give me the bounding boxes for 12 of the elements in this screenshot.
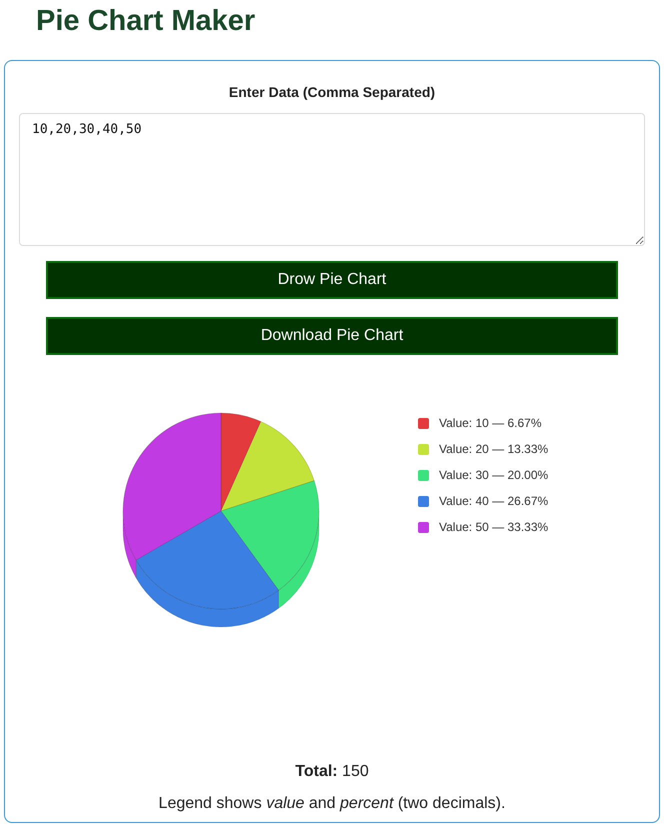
page-title: Pie Chart Maker xyxy=(35,4,256,39)
input-label: Enter Data (Comma Separated) xyxy=(228,83,436,101)
legend-label: Value: 30 — 20.00% xyxy=(439,468,548,482)
legend-note: Legend shows value and percent (two decimals). xyxy=(158,795,506,813)
data-input-field[interactable]: 10,20,30,40,50 xyxy=(19,113,645,246)
legend-label: Value: 40 — 26.67% xyxy=(439,494,548,508)
action-button[interactable]: Drow Pie Chart xyxy=(46,261,618,299)
legend-label: Value: 50 — 33.33% xyxy=(439,520,548,534)
action-button[interactable]: Download Pie Chart xyxy=(46,317,618,355)
legend-label: Value: 20 — 13.33% xyxy=(439,442,548,456)
legend-label: Value: 10 — 6.67% xyxy=(439,416,542,430)
total-text: Total: 150 xyxy=(295,763,369,781)
